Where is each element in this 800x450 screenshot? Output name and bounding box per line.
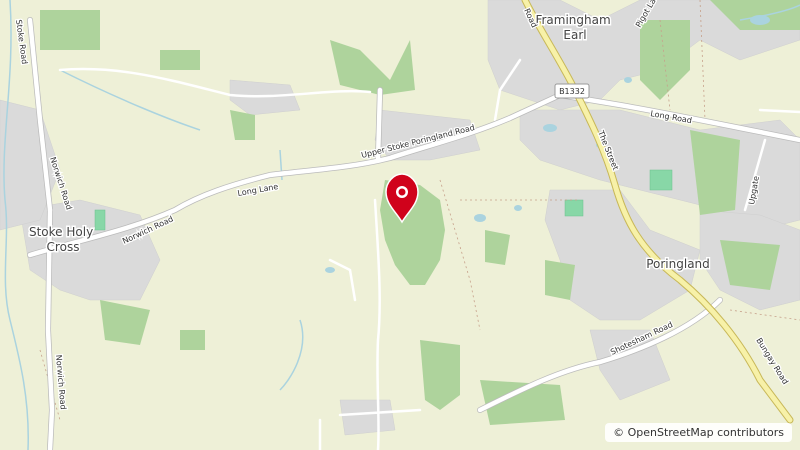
wood-patch5 [180,330,205,350]
pond-2 [474,214,486,222]
pond-4 [750,15,770,25]
map-attribution[interactable]: © OpenStreetMap contributors [605,423,792,442]
pond-3 [514,205,522,211]
place-label-framingham-line1: Framingham [535,13,610,27]
pond-6 [325,267,335,273]
road-shield-b1332: B1332 [554,83,590,99]
pond-5 [624,77,632,83]
wood-patch2 [545,260,575,300]
map-view[interactable]: Framingham Earl Stoke Holy Cross Poringl… [0,0,800,450]
road-shield-b1332-text: B1332 [559,87,585,96]
place-label-framingham-line2: Earl [563,28,586,42]
pond-1 [543,124,557,132]
place-label-stoke-line2: Cross [47,240,80,254]
wood-patch3 [40,10,100,50]
attribution-text: © OpenStreetMap contributors [613,426,784,439]
pitch-1 [649,169,673,191]
place-label-stoke-line1: Stoke Holy [29,225,93,239]
pitch-2 [564,199,584,217]
wood-patch7 [160,50,200,70]
map-canvas: Framingham Earl Stoke Holy Cross Poringl… [0,0,800,450]
place-label-poringland: Poringland [646,257,710,271]
builtup-south-farm [339,399,396,436]
wood-south [420,340,460,410]
